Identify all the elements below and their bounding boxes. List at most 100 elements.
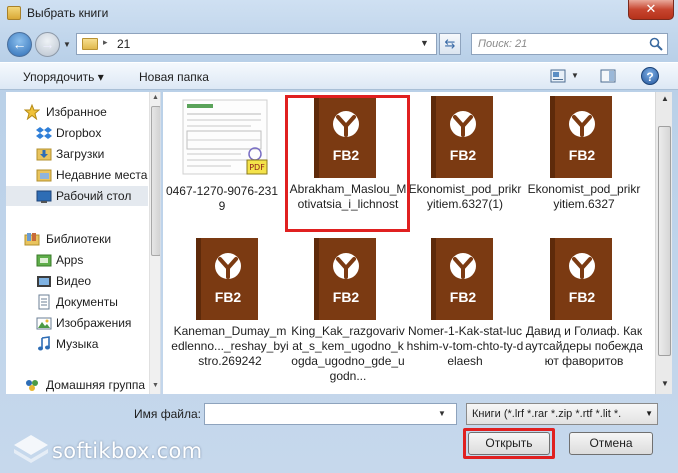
sidebar-item-images[interactable]: Изображения xyxy=(6,313,148,333)
help-icon[interactable]: ? xyxy=(641,67,659,85)
address-history-dropdown[interactable]: ▼ xyxy=(420,38,429,48)
scroll-up-arrow[interactable]: ▲ xyxy=(661,94,669,103)
sidebar-item-label: Изображения xyxy=(56,316,132,330)
music-icon xyxy=(38,336,50,351)
title-bar: Выбрать книги ✕ xyxy=(0,0,678,28)
fb2-book-icon: FB2 xyxy=(431,238,493,320)
close-button[interactable]: ✕ xyxy=(628,0,674,20)
fb2-label: FB2 xyxy=(333,289,360,305)
file-item[interactable]: PDF 0467-1270-9076-2319 xyxy=(163,92,281,230)
new-folder-button[interactable]: Новая папка xyxy=(139,70,209,84)
file-name: Ekonomist_pod_prikryitiem.6327 xyxy=(527,182,641,211)
sidebar-item-label: Домашняя группа xyxy=(46,378,146,392)
sidebar-item-label: Недавние места xyxy=(56,168,148,182)
view-options-dropdown[interactable]: ▼ xyxy=(571,71,579,80)
filename-label: Имя файла: xyxy=(134,407,201,421)
sidebar-item-label: Apps xyxy=(56,253,84,267)
preview-pane-icon[interactable] xyxy=(600,69,616,83)
file-item[interactable]: FB2 Ekonomist_pod_prikryitiem.6327(1) xyxy=(406,92,524,230)
video-icon xyxy=(37,276,51,287)
sidebar-item-recent-places[interactable]: Недавние места xyxy=(6,165,148,185)
selection-highlight xyxy=(285,95,410,232)
filename-input[interactable] xyxy=(204,403,457,425)
apps-icon xyxy=(36,254,52,267)
watermark-logo xyxy=(14,435,48,463)
navigation-scrollbar[interactable]: ▲ ▼ xyxy=(149,92,160,394)
sidebar-item-label: Видео xyxy=(56,274,92,288)
fb2-book-icon: FB2 xyxy=(196,238,258,320)
app-icon xyxy=(7,6,21,20)
file-item[interactable]: FB2 Kaneman_Dumay_medlenno..._reshay_byi… xyxy=(171,234,289,372)
cancel-button[interactable]: Отмена xyxy=(569,432,653,455)
fb2-label: FB2 xyxy=(450,147,477,163)
star-icon xyxy=(24,104,40,120)
navigation-pane: Избранное Dropbox Загрузки Недавние мест… xyxy=(6,92,161,394)
fb2-label: FB2 xyxy=(450,289,477,305)
search-icon[interactable] xyxy=(649,37,663,51)
file-list-scrollbar[interactable]: ▲ ▼ xyxy=(655,92,672,394)
folder-icon xyxy=(82,38,98,50)
file-name: King_Kak_razgovarivat_s_kem_ugodno_kogda… xyxy=(291,324,405,383)
open-button-highlight xyxy=(463,428,555,459)
sidebar-item-homegroup[interactable]: Домашняя группа xyxy=(6,375,148,394)
fb2-label: FB2 xyxy=(569,147,596,163)
svg-text:PDF: PDF xyxy=(249,163,265,172)
sidebar-item-documents[interactable]: Документы xyxy=(6,292,148,312)
watermark: softikbox.com xyxy=(0,425,210,473)
sidebar-item-label: Библиотеки xyxy=(46,232,112,246)
file-item[interactable]: FB2 Ekonomist_pod_prikryitiem.6327 xyxy=(525,92,643,230)
fb2-label: FB2 xyxy=(215,289,242,305)
organize-button[interactable]: Упорядочить ▾ xyxy=(23,70,104,84)
file-list: PDF 0467-1270-9076-2319 FB2 Abrakham_Mas… xyxy=(163,92,672,394)
sidebar-item-dropbox[interactable]: Dropbox xyxy=(6,123,148,143)
sidebar-item-favorites[interactable]: Избранное xyxy=(6,102,148,122)
file-item[interactable]: FB2 Nomer-1-Kak-stat-luchshim-v-tom-chto… xyxy=(406,234,524,372)
recent-locations-dropdown[interactable]: ▼ xyxy=(63,40,71,49)
file-open-dialog: Выбрать книги ✕ ← → ▼ ▸ 21 ▼ ⇆ Поиск: 21… xyxy=(0,0,678,473)
file-name: Ekonomist_pod_prikryitiem.6327(1) xyxy=(408,182,522,211)
sidebar-item-apps[interactable]: Apps xyxy=(6,250,148,270)
sidebar-item-downloads[interactable]: Загрузки xyxy=(6,144,148,164)
sidebar-item-video[interactable]: Видео xyxy=(6,271,148,291)
sidebar-item-libraries[interactable]: Библиотеки xyxy=(6,229,148,249)
scrollbar-thumb[interactable] xyxy=(151,106,160,256)
sidebar-item-desktop[interactable]: Рабочий стол xyxy=(6,186,148,206)
search-input[interactable]: Поиск: 21 xyxy=(471,33,668,55)
sidebar-item-label: Избранное xyxy=(46,105,107,119)
scrollbar-thumb[interactable] xyxy=(658,126,671,356)
file-item[interactable]: FB2 King_Kak_razgovarivat_s_kem_ugodno_k… xyxy=(289,234,407,383)
search-placeholder: Поиск: 21 xyxy=(478,38,528,50)
file-item[interactable]: FB2 Давид и Голиаф. Как аутсайдеры побеж… xyxy=(525,234,643,372)
file-type-filter[interactable]: Книги (*.lrf *.rar *.zip *.rtf *.lit *. … xyxy=(466,403,658,425)
sidebar-item-label: Документы xyxy=(56,295,118,309)
back-button[interactable]: ← xyxy=(7,32,32,57)
chevron-down-icon: ▼ xyxy=(645,409,653,418)
watermark-text: softikbox.com xyxy=(52,439,203,463)
address-bar[interactable]: ▸ 21 xyxy=(76,33,437,55)
pdf-document-thumbnail: PDF xyxy=(182,99,268,175)
fb2-book-icon: FB2 xyxy=(550,96,612,178)
window-title: Выбрать книги xyxy=(27,6,109,20)
file-name: Nomer-1-Kak-stat-luchshim-v-tom-chto-ty-… xyxy=(406,324,524,368)
homegroup-icon xyxy=(26,380,38,391)
change-view-icon[interactable] xyxy=(550,69,566,83)
libraries-icon xyxy=(24,233,40,246)
file-name: Kaneman_Dumay_medlenno..._reshay_byistro… xyxy=(171,324,289,368)
downloads-folder-icon xyxy=(36,148,52,161)
address-path[interactable]: 21 xyxy=(117,37,130,51)
scroll-down-arrow[interactable]: ▼ xyxy=(152,382,159,389)
scroll-up-arrow[interactable]: ▲ xyxy=(152,94,159,101)
desktop-icon xyxy=(36,190,52,203)
dropbox-icon xyxy=(36,127,52,139)
sidebar-item-music[interactable]: Музыка xyxy=(6,334,148,354)
forward-button[interactable]: → xyxy=(35,32,60,57)
filename-history-dropdown[interactable]: ▼ xyxy=(438,409,446,418)
file-type-filter-value: Книги (*.lrf *.rar *.zip *.rtf *.lit *. xyxy=(472,408,622,420)
sidebar-item-label: Dropbox xyxy=(56,126,102,140)
recent-places-icon xyxy=(36,169,52,182)
refresh-button[interactable]: ⇆ xyxy=(439,33,461,55)
fb2-book-icon: FB2 xyxy=(314,238,376,320)
documents-icon xyxy=(38,294,50,310)
file-name: Давид и Голиаф. Как аутсайдеры побеждают… xyxy=(525,324,643,368)
scroll-down-arrow[interactable]: ▼ xyxy=(661,379,669,388)
